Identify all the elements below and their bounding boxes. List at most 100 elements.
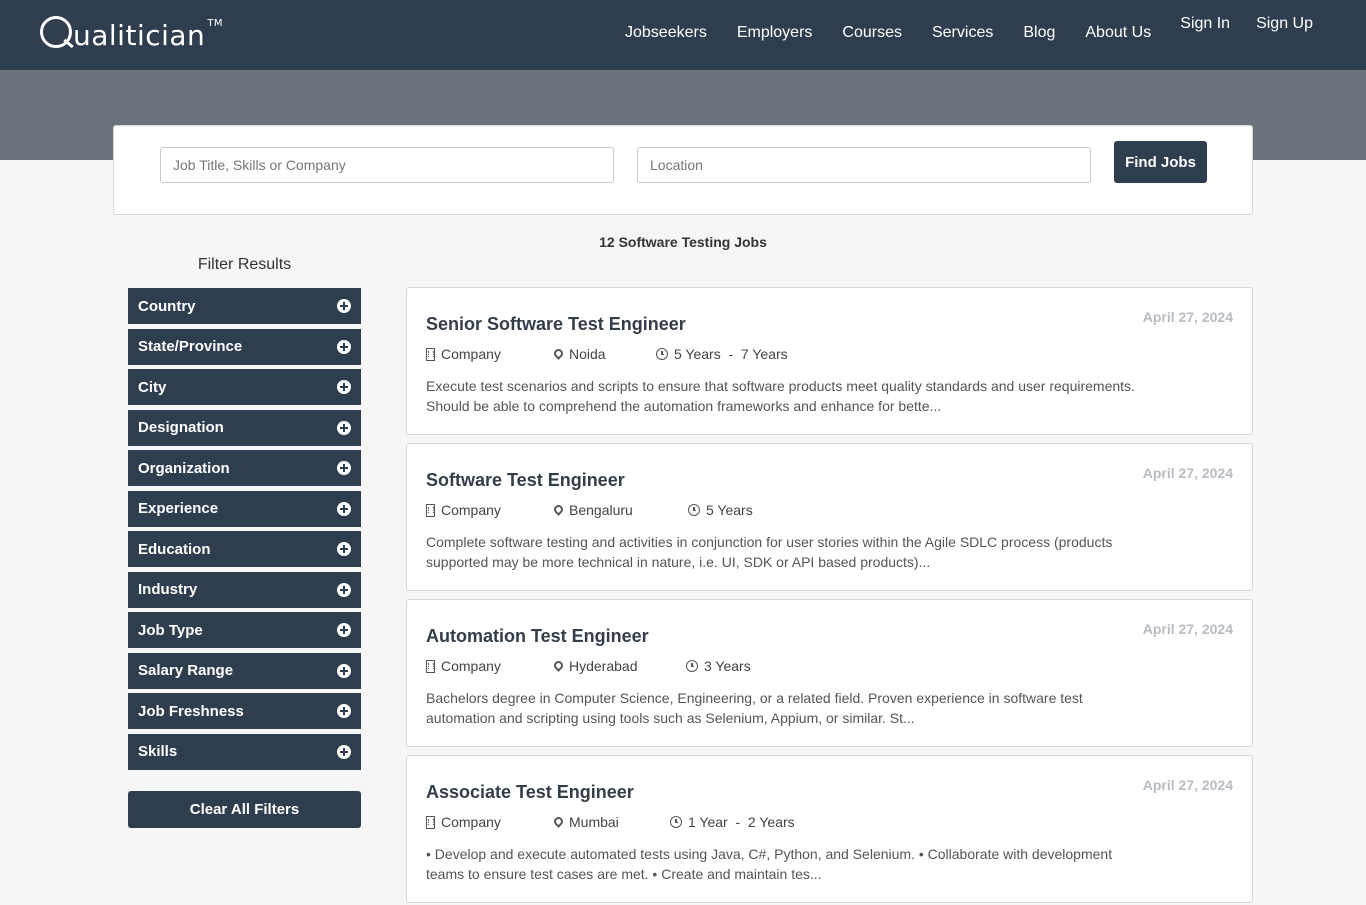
job-title[interactable]: Automation Test Engineer bbox=[426, 626, 649, 647]
filter-label: Salary Range bbox=[138, 662, 234, 679]
nav-about-us[interactable]: About Us bbox=[1085, 24, 1151, 42]
filter-results-title: Filter Results bbox=[197, 256, 292, 273]
job-card[interactable]: Software Test Engineer April 27, 2024 Co… bbox=[406, 443, 1253, 591]
nav-courses[interactable]: Courses bbox=[842, 24, 902, 42]
clock-icon bbox=[670, 816, 682, 828]
job-title[interactable]: Software Test Engineer bbox=[426, 470, 625, 491]
plus-circle-icon bbox=[337, 704, 351, 718]
plus-circle-icon bbox=[337, 461, 351, 475]
filter-state-province[interactable]: State/Province bbox=[128, 328, 361, 365]
job-meta: Company Noida 5 Years - 7 Years bbox=[426, 346, 788, 362]
job-description: Bachelors degree in Computer Science, En… bbox=[426, 690, 1083, 726]
building-icon bbox=[426, 347, 435, 361]
plus-circle-icon bbox=[337, 623, 351, 637]
job-title[interactable]: Senior Software Test Engineer bbox=[426, 314, 686, 335]
job-experience: 3 Years bbox=[686, 658, 751, 674]
nav-employers[interactable]: Employers bbox=[737, 24, 813, 42]
nav-blog[interactable]: Blog bbox=[1023, 24, 1055, 42]
map-pin-icon bbox=[552, 658, 565, 672]
building-icon bbox=[426, 503, 435, 517]
filter-designation[interactable]: Designation bbox=[128, 409, 361, 446]
filter-label: Industry bbox=[138, 581, 198, 598]
sign-in-link[interactable]: Sign In bbox=[1180, 15, 1230, 33]
job-title[interactable]: Associate Test Engineer bbox=[426, 782, 634, 803]
logo-text: ualitician bbox=[73, 19, 206, 52]
job-experience: 5 Years bbox=[688, 502, 753, 518]
nav-jobseekers[interactable]: Jobseekers bbox=[625, 24, 707, 42]
filter-organization[interactable]: Organization bbox=[128, 450, 361, 486]
filter-label: Organization bbox=[138, 459, 230, 477]
clock-icon bbox=[688, 504, 700, 516]
sign-up-link[interactable]: Sign Up bbox=[1256, 15, 1313, 33]
filter-label: Job Freshness bbox=[138, 702, 244, 720]
plus-circle-icon bbox=[337, 420, 351, 435]
job-location: Hyderabad bbox=[552, 658, 686, 674]
filter-label: State/Province bbox=[138, 338, 243, 355]
filter-label: City bbox=[138, 378, 167, 396]
filter-label: Experience bbox=[138, 500, 219, 517]
search-card: Find Jobs bbox=[113, 125, 1253, 215]
job-date: April 27, 2024 bbox=[1142, 309, 1233, 325]
plus-circle-icon bbox=[337, 380, 351, 394]
job-company: Company bbox=[426, 502, 554, 518]
filter-label: Skills bbox=[138, 743, 178, 760]
logo-trademark: TM bbox=[207, 18, 224, 29]
job-card[interactable]: Senior Software Test Engineer April 27, … bbox=[406, 287, 1253, 435]
map-pin-icon bbox=[552, 346, 565, 360]
main-nav: Jobseekers Employers Courses Services Bl… bbox=[625, 24, 1181, 42]
clear-all-filters-button[interactable]: Clear All Filters bbox=[128, 791, 361, 828]
filter-salary-range[interactable]: Salary Range bbox=[128, 652, 361, 689]
plus-circle-icon bbox=[337, 663, 351, 678]
job-location: Bengaluru bbox=[552, 502, 688, 518]
map-pin-icon bbox=[552, 502, 565, 516]
filter-label: Job Type bbox=[138, 621, 203, 639]
job-date: April 27, 2024 bbox=[1142, 621, 1233, 637]
building-icon bbox=[426, 815, 435, 829]
filter-experience[interactable]: Experience bbox=[128, 490, 361, 527]
brand-logo[interactable]: ualitician TM bbox=[40, 14, 223, 54]
job-card[interactable]: Associate Test Engineer April 27, 2024 C… bbox=[406, 755, 1253, 903]
find-jobs-button[interactable]: Find Jobs bbox=[1114, 141, 1207, 183]
plus-circle-icon bbox=[337, 542, 351, 556]
plus-circle-icon bbox=[337, 299, 351, 313]
auth-links: Sign In Sign Up bbox=[1154, 15, 1313, 33]
job-experience: 1 Year - 2 Years bbox=[670, 814, 795, 830]
filter-skills[interactable]: Skills bbox=[128, 733, 361, 770]
location-search-input[interactable] bbox=[637, 147, 1091, 183]
filter-country[interactable]: Country bbox=[128, 288, 361, 324]
filter-job-type[interactable]: Job Type bbox=[128, 612, 361, 648]
filter-list: Country State/Province City Designation … bbox=[128, 288, 361, 774]
plus-circle-icon bbox=[337, 501, 351, 516]
filter-label: Country bbox=[138, 297, 196, 315]
filter-job-freshness[interactable]: Job Freshness bbox=[128, 693, 361, 729]
job-company: Company bbox=[426, 346, 554, 362]
job-date: April 27, 2024 bbox=[1142, 465, 1233, 481]
job-date: April 27, 2024 bbox=[1142, 777, 1233, 793]
filter-education[interactable]: Education bbox=[128, 531, 361, 567]
filter-industry[interactable]: Industry bbox=[128, 571, 361, 608]
filter-city[interactable]: City bbox=[128, 369, 361, 405]
job-description: Execute test scenarios and scripts to en… bbox=[426, 378, 1135, 414]
filter-label: Designation bbox=[138, 419, 224, 436]
job-description: Complete software testing and activities… bbox=[426, 534, 1113, 570]
plus-circle-icon bbox=[337, 339, 351, 354]
plus-circle-icon bbox=[337, 582, 351, 597]
job-list: Senior Software Test Engineer April 27, … bbox=[406, 287, 1253, 905]
job-experience: 5 Years - 7 Years bbox=[656, 346, 788, 362]
map-pin-icon bbox=[552, 814, 565, 828]
nav-services[interactable]: Services bbox=[932, 24, 993, 42]
job-location: Noida bbox=[552, 346, 656, 362]
job-company: Company bbox=[426, 658, 554, 674]
keyword-search-input[interactable] bbox=[160, 147, 614, 183]
filter-label: Education bbox=[138, 540, 211, 558]
job-description: • Develop and execute automated tests us… bbox=[426, 846, 1113, 882]
results-count: 12 Software Testing Jobs bbox=[599, 234, 767, 250]
plus-circle-icon bbox=[337, 744, 351, 759]
job-meta: Company Bengaluru 5 Years bbox=[426, 502, 753, 518]
job-location: Mumbai bbox=[552, 814, 670, 830]
job-meta: Company Hyderabad 3 Years bbox=[426, 658, 751, 674]
job-card[interactable]: Automation Test Engineer April 27, 2024 … bbox=[406, 599, 1253, 747]
clock-icon bbox=[656, 348, 668, 360]
clock-icon bbox=[686, 660, 698, 672]
job-meta: Company Mumbai 1 Year - 2 Years bbox=[426, 814, 795, 830]
